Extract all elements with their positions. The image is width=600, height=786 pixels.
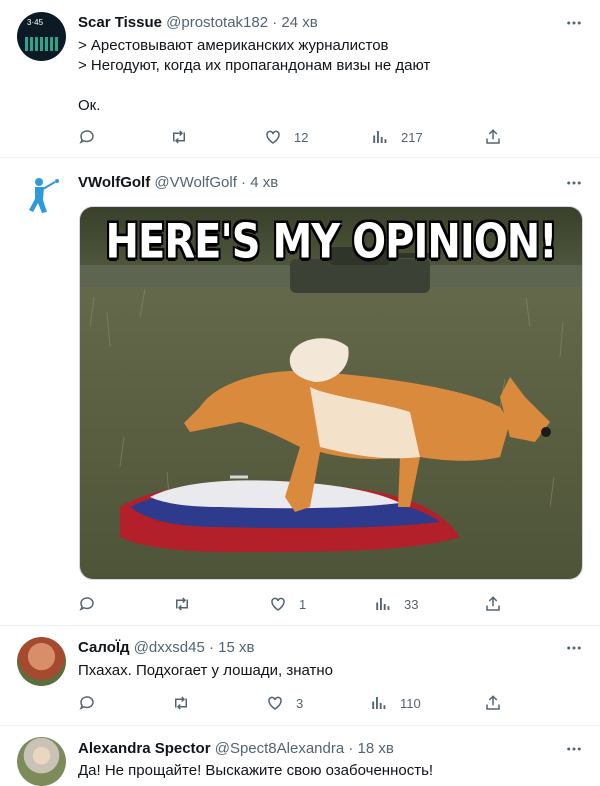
tweet-header: СалоЇд @dxxsd45 · 15 хв — [78, 639, 254, 657]
tweet-media-image[interactable]: HERE'S MY OPINION! — [79, 206, 583, 580]
tweet-actions: 3 110 — [78, 693, 508, 713]
heart-icon — [266, 130, 280, 144]
tweet-actions: 12 217 — [78, 127, 508, 147]
analytics-icon — [372, 697, 386, 709]
analytics-icon — [376, 598, 390, 610]
like-button[interactable]: 1 — [269, 594, 306, 614]
reply-button[interactable] — [78, 594, 108, 614]
retweet-icon — [175, 696, 187, 710]
tweet-4[interactable]: Alexandra Spector @Spect8Alexandra · 18 … — [0, 726, 600, 786]
retweet-button[interactable] — [172, 693, 202, 713]
views-button[interactable]: 110 — [370, 693, 421, 713]
like-count: 12 — [294, 129, 309, 145]
tweet-text: Да! Не прощайте! Выскажите свою озабочен… — [78, 762, 434, 779]
tweet-header: Alexandra Spector @Spect8Alexandra · 18 … — [78, 740, 394, 758]
retweet-button[interactable] — [170, 127, 200, 147]
views-count: 110 — [400, 695, 421, 711]
like-count: 3 — [296, 695, 304, 711]
meme-caption: HERE'S MY OPINION! — [105, 214, 558, 270]
views-button[interactable]: 217 — [371, 127, 423, 147]
dot-separator: · — [241, 174, 247, 191]
display-name[interactable]: Alexandra Spector — [78, 740, 211, 757]
tweet-text: Пхахах. Подхогает у лошади, знатно — [78, 662, 333, 679]
views-count: 33 — [404, 596, 419, 612]
retweet-button[interactable] — [173, 594, 203, 614]
views-count: 217 — [401, 129, 423, 145]
dot-separator: · — [348, 740, 354, 757]
like-button[interactable]: 3 — [266, 693, 303, 713]
views-button[interactable]: 33 — [374, 594, 418, 614]
golfer-logo-icon — [29, 178, 59, 213]
like-count: 1 — [299, 596, 307, 612]
retweet-icon — [173, 130, 185, 144]
avatar[interactable] — [17, 172, 66, 221]
avatar[interactable] — [17, 737, 66, 786]
dot-separator: · — [208, 639, 214, 656]
reply-button[interactable] — [78, 127, 108, 147]
share-icon — [486, 695, 500, 710]
user-handle[interactable]: @dxxsd45 — [134, 639, 205, 656]
avatar[interactable] — [17, 637, 66, 686]
more-icon[interactable] — [565, 740, 583, 758]
tweet-time[interactable]: 18 хв — [358, 740, 394, 757]
retweet-icon — [176, 597, 188, 611]
analytics-icon — [373, 131, 387, 143]
share-button[interactable] — [484, 693, 502, 713]
heart-icon — [271, 597, 285, 611]
user-handle[interactable]: @Spect8Alexandra — [215, 740, 344, 757]
reply-button[interactable] — [78, 693, 108, 713]
share-button[interactable] — [484, 127, 502, 147]
share-icon — [486, 129, 500, 144]
display-name[interactable]: Scar Tissue — [78, 14, 162, 31]
tweet-time[interactable]: 4 хв — [250, 174, 278, 191]
tweet-text: > Арестовывают американских журналистов … — [78, 37, 431, 114]
avatar[interactable]: 3·45 — [17, 12, 66, 61]
reply-icon — [79, 130, 94, 144]
user-handle[interactable]: @prostotak182 — [166, 14, 268, 31]
more-icon[interactable] — [565, 639, 583, 657]
share-icon — [486, 596, 500, 611]
tweet-header: VWolfGolf @VWolfGolf · 4 хв — [78, 174, 278, 192]
like-button[interactable]: 12 — [264, 127, 308, 147]
tweet-3[interactable]: СалоЇд @dxxsd45 · 15 хв Пхахах. Подхогае… — [0, 626, 600, 726]
tweet-header: Scar Tissue @prostotak182 · 24 хв — [78, 14, 318, 32]
dot-separator: · — [272, 14, 278, 31]
avatar-clock-text: 3·45 — [27, 18, 44, 27]
heart-icon — [268, 696, 282, 710]
reply-icon — [79, 597, 94, 611]
reply-icon — [79, 696, 94, 710]
more-icon[interactable] — [565, 14, 583, 32]
user-handle[interactable]: @VWolfGolf — [154, 174, 236, 191]
display-name[interactable]: VWolfGolf — [78, 174, 150, 191]
display-name[interactable]: СалоЇд — [78, 639, 130, 656]
tweet-actions: 1 33 — [78, 594, 508, 614]
tweet-1[interactable]: 3·45 Scar Tissue @prostotak182 · 24 хв >… — [0, 0, 600, 158]
share-button[interactable] — [484, 594, 502, 614]
tweet-time[interactable]: 15 хв — [218, 639, 254, 656]
more-icon[interactable] — [565, 174, 583, 192]
avatar-bars — [25, 37, 58, 51]
tweet-time[interactable]: 24 хв — [281, 14, 317, 31]
